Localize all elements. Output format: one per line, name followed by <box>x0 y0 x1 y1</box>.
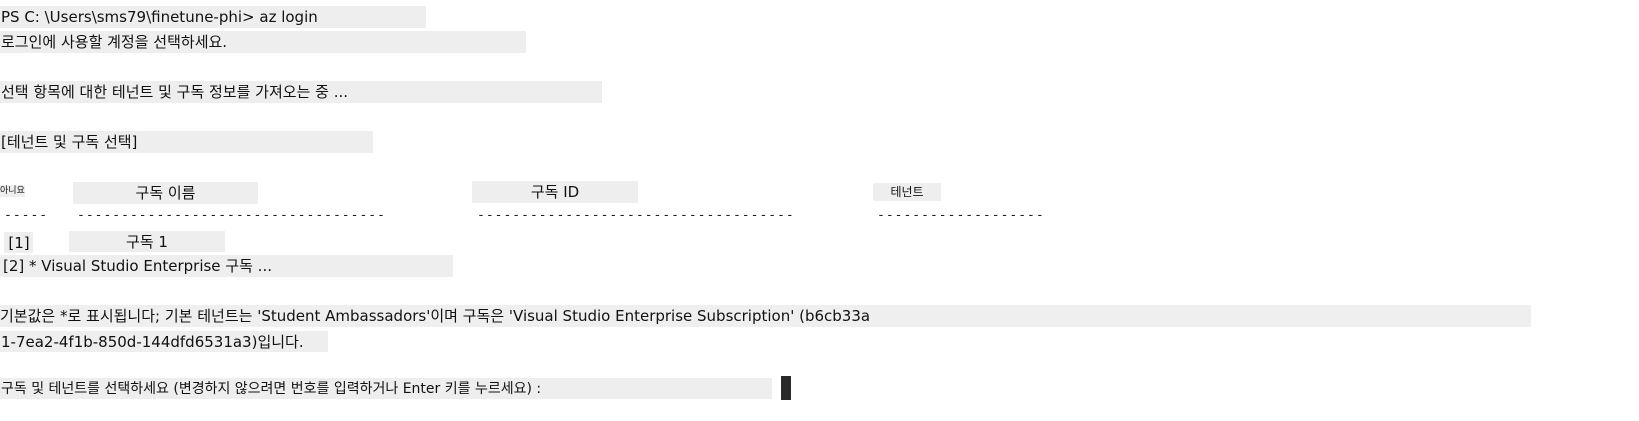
select-account-message: 로그인에 사용할 계정을 선택하세요. <box>0 31 526 53</box>
retrieving-message: 선택 항목에 대한 테넌트 및 구독 정보를 가져오는 중 ... <box>0 81 602 103</box>
row-1-name: 구독 1 <box>69 231 225 252</box>
column-header-no: 아니요 <box>0 185 25 197</box>
terminal-cursor[interactable] <box>781 376 791 400</box>
separator-tenant: ------------------- <box>877 208 1045 223</box>
default-info-line-2: 1-7ea2-4f1b-850d-144dfd6531a3)입니다. <box>0 331 328 352</box>
column-header-tenant: 테넌트 <box>873 183 941 201</box>
prompt-line: PS C: \Users\sms79\finetune-phi> az logi… <box>0 6 426 28</box>
column-header-name: 구독 이름 <box>73 182 258 204</box>
row-2-line: [2] * Visual Studio Enterprise 구독 ... <box>0 255 453 277</box>
section-title: [테넌트 및 구독 선택] <box>0 131 373 153</box>
separator-id: ------------------------------------ <box>477 208 795 223</box>
row-1-number: [1] <box>4 232 33 253</box>
column-header-id: 구독 ID <box>472 181 638 203</box>
separator-no: ----- <box>4 208 49 223</box>
select-subscription-prompt: 구독 및 테넌트를 선택하세요 (변경하지 않으려면 번호를 입력하거나 Ent… <box>0 378 772 399</box>
default-info-line-1: 기본값은 *로 표시됩니다; 기본 테넌트는 'Student Ambassad… <box>0 307 871 325</box>
separator-name: ----------------------------------- <box>77 208 386 223</box>
